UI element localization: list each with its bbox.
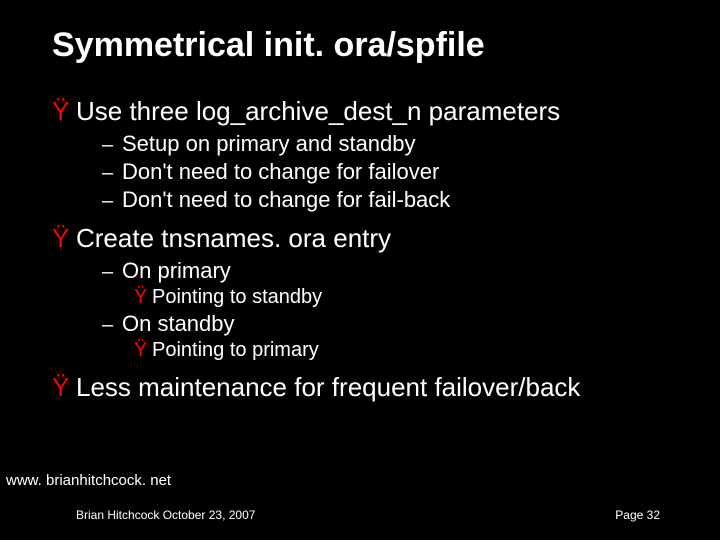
sublist: – On primary Ÿ Pointing to standby – On … <box>102 258 672 362</box>
sub-text: On primary <box>122 258 231 284</box>
subsublist: Ÿ Pointing to standby <box>134 286 672 309</box>
footer-page: Page 32 <box>615 508 660 522</box>
bullet-main: Ÿ Use three log_archive_dest_n parameter… <box>52 96 672 127</box>
bullet-marker-icon: Ÿ <box>52 372 76 403</box>
dash-icon: – <box>102 261 122 284</box>
bullet-sub: – On standby <box>102 311 672 337</box>
subsub-text: Pointing to standby <box>152 286 322 309</box>
sub-text: Don't need to change for fail-back <box>122 187 450 213</box>
bullet-main: Ÿ Less maintenance for frequent failover… <box>52 372 672 403</box>
footer-url: www. brianhitchcock. net <box>6 472 171 489</box>
bullet-sub: – Don't need to change for fail-back <box>102 187 672 213</box>
slide-title: Symmetrical init. ora/spfile <box>52 26 485 65</box>
bullet-main: Ÿ Create tnsnames. ora entry <box>52 223 672 254</box>
sub-marker-icon: Ÿ <box>134 339 152 362</box>
sublist: – Setup on primary and standby – Don't n… <box>102 131 672 213</box>
dash-icon: – <box>102 314 122 337</box>
sub-marker-icon: Ÿ <box>134 286 152 309</box>
bullet-subsub: Ÿ Pointing to primary <box>134 339 672 362</box>
slide: Symmetrical init. ora/spfile Ÿ Use three… <box>0 0 720 540</box>
dash-icon: – <box>102 162 122 185</box>
subsublist: Ÿ Pointing to primary <box>134 339 672 362</box>
bullet-subsub: Ÿ Pointing to standby <box>134 286 672 309</box>
bullet-text: Use three log_archive_dest_n parameters <box>76 96 560 127</box>
subsub-text: Pointing to primary <box>152 339 319 362</box>
bullet-sub: – Don't need to change for failover <box>102 159 672 185</box>
dash-icon: – <box>102 190 122 213</box>
bullet-sub: – Setup on primary and standby <box>102 131 672 157</box>
bullet-marker-icon: Ÿ <box>52 223 76 254</box>
bullet-sub: – On primary <box>102 258 672 284</box>
sub-text: Setup on primary and standby <box>122 131 416 157</box>
bullet-text: Create tnsnames. ora entry <box>76 223 391 254</box>
footer-author: Brian Hitchcock October 23, 2007 <box>76 508 255 522</box>
bullet-marker-icon: Ÿ <box>52 96 76 127</box>
dash-icon: – <box>102 134 122 157</box>
slide-body: Ÿ Use three log_archive_dest_n parameter… <box>52 86 672 407</box>
sub-text: On standby <box>122 311 235 337</box>
sub-text: Don't need to change for failover <box>122 159 439 185</box>
bullet-text: Less maintenance for frequent failover/b… <box>76 372 580 403</box>
